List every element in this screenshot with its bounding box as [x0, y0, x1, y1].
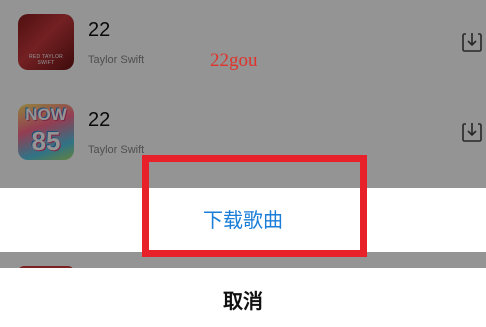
watermark: 22gou [210, 50, 258, 71]
cancel-button[interactable]: 取消 [0, 268, 486, 327]
highlight-box [142, 155, 367, 257]
cancel-label: 取消 [223, 288, 263, 313]
